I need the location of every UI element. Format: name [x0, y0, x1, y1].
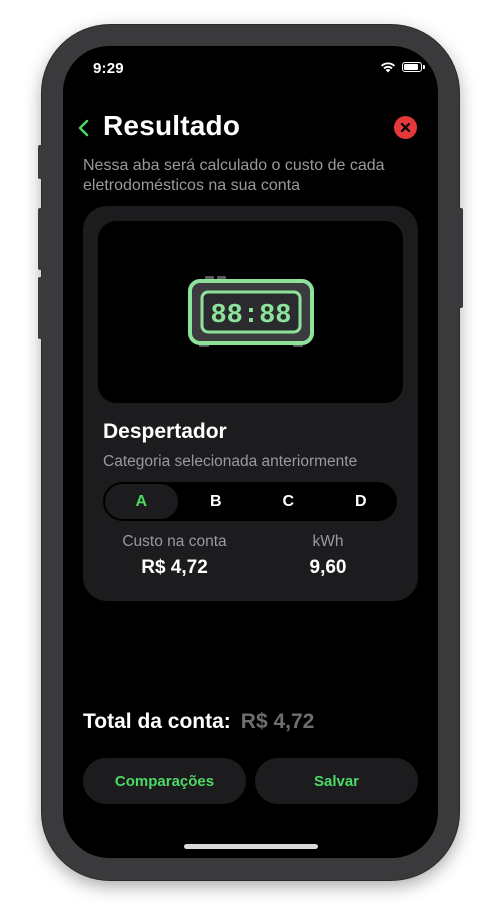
cost-label: Custo na conta: [122, 533, 227, 550]
kwh-stat: kWh 9,60: [283, 533, 373, 579]
close-icon: [400, 122, 411, 133]
category-option-a[interactable]: A: [105, 484, 178, 519]
back-button[interactable]: [75, 116, 93, 140]
cost-value: R$ 4,72: [141, 557, 208, 578]
compare-button[interactable]: Comparações: [83, 758, 246, 804]
mute-switch: [38, 145, 43, 179]
total-label: Total da conta:: [83, 710, 231, 733]
clock-display-text: 88:88: [210, 301, 291, 331]
power-button: [458, 208, 463, 308]
status-time: 9:29: [93, 60, 124, 77]
wifi-icon: [381, 62, 395, 73]
status-icons: [380, 61, 425, 73]
total-row: Total da conta: R$ 4,72: [83, 710, 314, 734]
kwh-value: 9,60: [309, 557, 347, 578]
battery-icon: [402, 62, 425, 72]
appliance-image-box: 88:88: [98, 221, 403, 403]
volume-up-button: [38, 208, 43, 270]
page-subtitle: Nessa aba será calculado o custo de cada…: [83, 157, 385, 194]
category-caption: Categoria selecionada anteriormente: [103, 453, 358, 470]
chevron-left-icon: [78, 119, 89, 137]
category-option-b[interactable]: B: [180, 482, 253, 521]
kwh-label: kWh: [312, 533, 344, 550]
notch: [146, 46, 355, 76]
appliance-name: Despertador: [103, 420, 227, 443]
appliance-card: 88:88 Despertador Categoria selecionada …: [83, 206, 418, 601]
alarm-clock-icon: 88:88: [188, 276, 314, 347]
home-indicator[interactable]: [184, 844, 318, 849]
screen: 9:29 Resultado Nessa aba será calculado …: [63, 46, 438, 858]
volume-down-button: [38, 277, 43, 339]
save-button[interactable]: Salvar: [255, 758, 418, 804]
cost-stat: Custo na conta R$ 4,72: [113, 533, 236, 579]
category-option-c[interactable]: C: [252, 482, 325, 521]
category-segmented-control: A B C D: [103, 482, 397, 521]
page-title: Resultado: [103, 110, 241, 141]
close-button[interactable]: [394, 116, 417, 139]
category-option-d[interactable]: D: [325, 482, 398, 521]
total-value: R$ 4,72: [240, 710, 315, 733]
